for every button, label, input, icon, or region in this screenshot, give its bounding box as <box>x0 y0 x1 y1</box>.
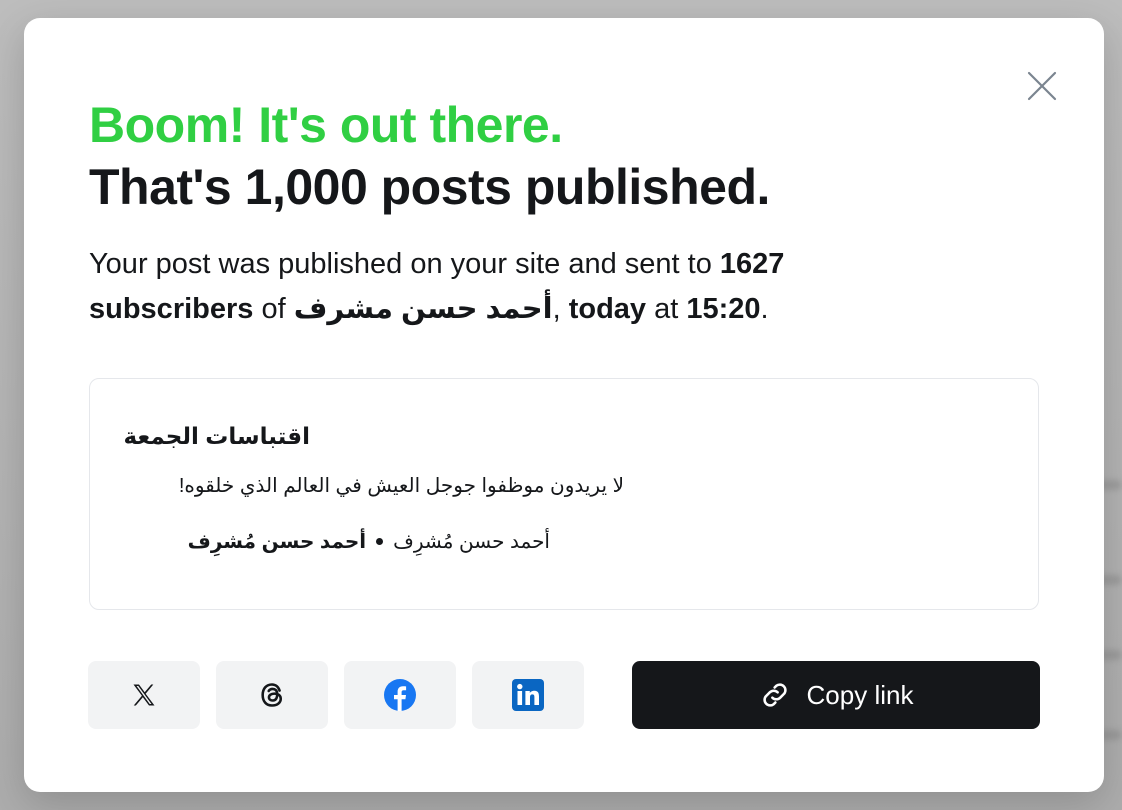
publish-description: Your post was published on your site and… <box>89 242 909 332</box>
post-author-regular: أحمد حسن مُشرِف <box>393 531 550 553</box>
modal-headline: Boom! It's out there. That's 1,000 posts… <box>89 94 1029 218</box>
site-name: أحمد حسن مشرف <box>293 293 553 325</box>
desc-of: of <box>253 293 294 325</box>
close-icon <box>1027 71 1057 101</box>
share-linkedin-button[interactable] <box>472 661 584 729</box>
desc-prefix: Your post was published on your site and… <box>89 248 720 280</box>
copy-link-label: Copy link <box>806 679 914 710</box>
subscriber-count: 1627 <box>719 248 785 280</box>
copy-link-button[interactable]: Copy link <box>632 661 1040 729</box>
headline-success: Boom! It's out there. <box>89 97 563 153</box>
post-title: اقتباسات الجمعة <box>123 423 310 449</box>
subscribers-word: subscribers <box>89 293 254 325</box>
post-author-bold: أحمد حسن مُشرِف <box>187 531 367 553</box>
linkedin-icon <box>512 679 544 711</box>
desc-comma: , <box>552 293 569 325</box>
desc-at: at <box>646 293 687 325</box>
publish-time: 15:20 <box>686 293 761 325</box>
desc-period: . <box>760 293 769 325</box>
close-button[interactable] <box>1026 70 1058 102</box>
share-facebook-button[interactable] <box>344 661 456 729</box>
publish-success-modal: Boom! It's out there. That's 1,000 posts… <box>24 18 1104 792</box>
post-meta: أحمد حسن مُشرِف أحمد حسن مُشرِف <box>188 529 550 554</box>
meta-separator-dot <box>376 538 384 545</box>
today-word: today <box>568 293 647 325</box>
post-excerpt: لا يريدون موظفوا جوجل العيش في العالم ال… <box>178 475 624 497</box>
share-threads-button[interactable] <box>216 661 328 729</box>
headline-milestone: That's 1,000 posts published. <box>89 159 770 215</box>
post-preview-card[interactable]: اقتباسات الجمعة لا يريدون موظفوا جوجل ال… <box>89 378 1039 610</box>
link-icon <box>762 683 787 707</box>
share-x-button[interactable] <box>88 661 200 729</box>
x-twitter-icon <box>133 684 155 706</box>
threads-icon <box>261 683 283 707</box>
facebook-icon <box>384 679 416 711</box>
